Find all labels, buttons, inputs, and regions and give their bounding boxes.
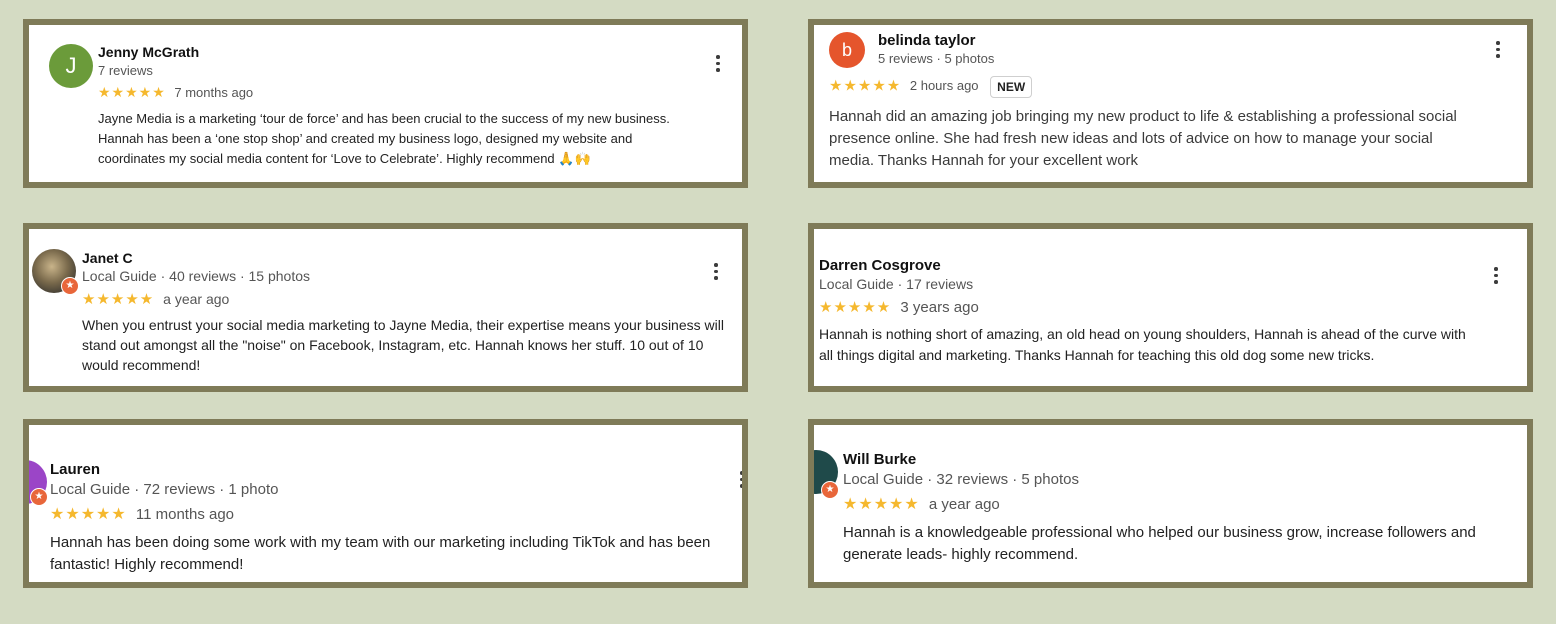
reviewer-name[interactable]: belinda taylor xyxy=(878,32,1498,49)
review-card: Darren Cosgrove Local Guide · 17 reviews… xyxy=(808,223,1533,392)
star-rating: ★★★★★ xyxy=(843,496,920,513)
review-text: Hannah has been doing some work with my … xyxy=(50,534,711,573)
reviewer-meta: 5 reviews · 5 photos xyxy=(878,51,995,66)
review-card: ★ Janet C Local Guide · 40 reviews · 15 … xyxy=(23,223,748,392)
review-text: Hannah is nothing short of amazing, an o… xyxy=(819,326,1466,363)
avatar[interactable]: J xyxy=(49,44,93,88)
review-card: b belinda taylor 5 reviews · 5 photos ★★… xyxy=(808,19,1533,188)
more-options-icon[interactable] xyxy=(739,471,742,488)
review-date: 11 months ago xyxy=(135,506,235,523)
more-options-icon[interactable] xyxy=(715,55,721,72)
reviewer-meta: 7 reviews xyxy=(98,63,153,78)
reviewer-name[interactable]: Darren Cosgrove xyxy=(819,257,1524,274)
star-rating: ★★★★★ xyxy=(829,77,902,95)
more-options-icon[interactable] xyxy=(1493,267,1499,284)
review-card: ★ Will Burke Local Guide · 32 reviews · … xyxy=(808,419,1533,588)
review-date: 2 hours ago xyxy=(909,78,979,94)
review-date: a year ago xyxy=(928,496,1000,513)
review-text: Jayne Media is a marketing ‘tour de forc… xyxy=(98,111,670,166)
reviewer-name[interactable]: Lauren xyxy=(50,461,742,478)
reviewer-meta: Local Guide · 17 reviews xyxy=(819,276,974,292)
more-options-icon[interactable] xyxy=(1495,41,1501,58)
star-rating: ★★★★★ xyxy=(98,84,166,100)
review-date: a year ago xyxy=(163,291,230,307)
local-guide-star-icon: ★ xyxy=(30,488,48,506)
review-card: J Jenny McGrath 7 reviews ★★★★★ 7 months… xyxy=(23,19,748,188)
reviewer-name[interactable]: Janet C xyxy=(82,250,742,266)
reviewer-name[interactable]: Jenny McGrath xyxy=(98,44,728,60)
new-badge: NEW xyxy=(990,76,1033,98)
review-date: 3 years ago xyxy=(900,299,979,316)
avatar[interactable]: b xyxy=(829,32,865,68)
review-card: ★ Lauren Local Guide · 72 reviews · 1 ph… xyxy=(23,419,748,588)
reviewer-meta: Local Guide · 72 reviews · 1 photo xyxy=(50,481,279,498)
star-rating: ★★★★★ xyxy=(82,291,155,308)
review-text: Hannah is a knowledgeable professional w… xyxy=(843,524,1476,563)
review-text: Hannah did an amazing job bringing my ne… xyxy=(829,108,1457,169)
review-text: When you entrust your social media marke… xyxy=(82,317,724,373)
star-rating: ★★★★★ xyxy=(819,299,892,316)
review-date: 7 months ago xyxy=(174,85,254,100)
local-guide-star-icon: ★ xyxy=(821,481,839,499)
more-options-icon[interactable] xyxy=(713,263,719,280)
reviewer-name[interactable]: Will Burke xyxy=(843,451,1527,468)
reviewer-meta: Local Guide · 40 reviews · 15 photos xyxy=(82,268,311,284)
reviewer-meta: Local Guide · 32 reviews · 5 photos xyxy=(843,471,1079,488)
star-rating: ★★★★★ xyxy=(50,506,127,523)
local-guide-star-icon: ★ xyxy=(61,277,79,295)
